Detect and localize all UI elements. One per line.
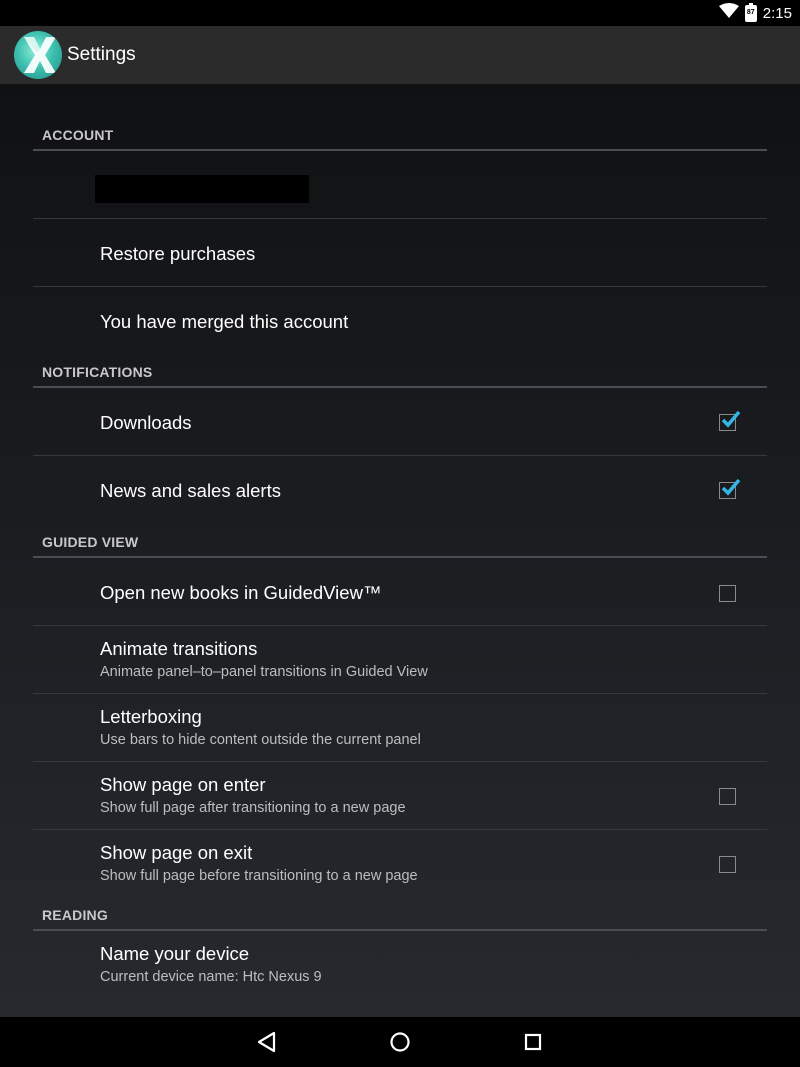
section-header-label: GUIDED VIEW (42, 534, 139, 550)
row-summary: Use bars to hide content outside the cur… (100, 732, 421, 748)
row-title: You have merged this account (100, 311, 349, 332)
row-title: News and sales alerts (100, 480, 281, 501)
section-header-label: NOTIFICATIONS (42, 364, 153, 380)
checkmark-icon (721, 410, 741, 428)
row-title: Show page on exit (100, 842, 253, 863)
account-name-item[interactable] (33, 151, 767, 219)
row-title: Open new books in GuidedView™ (100, 582, 382, 603)
show-page-on-exit-checkbox[interactable] (719, 856, 736, 873)
redacted-account-name (95, 175, 309, 203)
row-title: Name your device (100, 943, 250, 964)
letterboxing-item[interactable]: Letterboxing Use bars to hide content ou… (33, 694, 767, 762)
row-title: Letterboxing (100, 706, 202, 727)
app-logo-icon[interactable] (14, 31, 62, 79)
show-page-on-enter-item[interactable]: Show page on enter Show full page after … (33, 762, 767, 830)
open-guidedview-checkbox[interactable] (719, 585, 736, 602)
row-title: Restore purchases (100, 243, 256, 264)
status-bar: 87 2:15 (0, 0, 800, 26)
show-page-on-enter-checkbox[interactable] (719, 788, 736, 805)
section-header-reading: READING (33, 901, 767, 931)
wifi-icon (718, 2, 739, 24)
row-summary: Show full page before transitioning to a… (100, 868, 418, 884)
action-bar: Settings (0, 26, 800, 84)
battery-icon: 87 (744, 2, 757, 22)
section-header-account: ACCOUNT (33, 121, 767, 151)
open-guidedview-item[interactable]: Open new books in GuidedView™ (33, 558, 767, 626)
back-icon[interactable] (254, 1029, 280, 1055)
status-icons: 87 2:15 (718, 0, 792, 26)
downloads-item[interactable]: Downloads (33, 388, 767, 456)
news-sales-alerts-item[interactable]: News and sales alerts (33, 456, 767, 524)
merged-account-item[interactable]: You have merged this account (33, 287, 767, 355)
row-summary: Current device name: Htc Nexus 9 (100, 969, 322, 985)
downloads-checkbox[interactable] (719, 410, 741, 431)
row-title: Animate transitions (100, 638, 258, 659)
row-title: Show page on enter (100, 774, 266, 795)
navigation-bar (0, 1017, 800, 1067)
restore-purchases-item[interactable]: Restore purchases (33, 219, 767, 287)
section-header-label: ACCOUNT (42, 127, 114, 143)
settings-list[interactable]: ACCOUNT Restore purchases You have merge… (0, 84, 800, 1017)
animate-transitions-item[interactable]: Animate transitions Animate panel–to–pan… (33, 626, 767, 694)
show-page-on-exit-item[interactable]: Show page on exit Show full page before … (33, 830, 767, 898)
name-your-device-item[interactable]: Name your device Current device name: Ht… (33, 931, 767, 999)
row-summary: Show full page after transitioning to a … (100, 800, 406, 816)
checkmark-icon (721, 478, 741, 496)
row-summary: Animate panel–to–panel transitions in Gu… (100, 664, 428, 680)
section-header-notifications: NOTIFICATIONS (33, 358, 767, 388)
status-time: 2:15 (762, 4, 792, 22)
news-alerts-checkbox[interactable] (719, 478, 741, 499)
recents-icon[interactable] (520, 1029, 546, 1055)
battery-level: 87 (746, 8, 755, 16)
section-header-label: READING (42, 907, 108, 923)
row-title: Downloads (100, 412, 192, 433)
section-header-guided-view: GUIDED VIEW (33, 528, 767, 558)
home-icon[interactable] (387, 1029, 413, 1055)
page-title: Settings (67, 44, 136, 65)
